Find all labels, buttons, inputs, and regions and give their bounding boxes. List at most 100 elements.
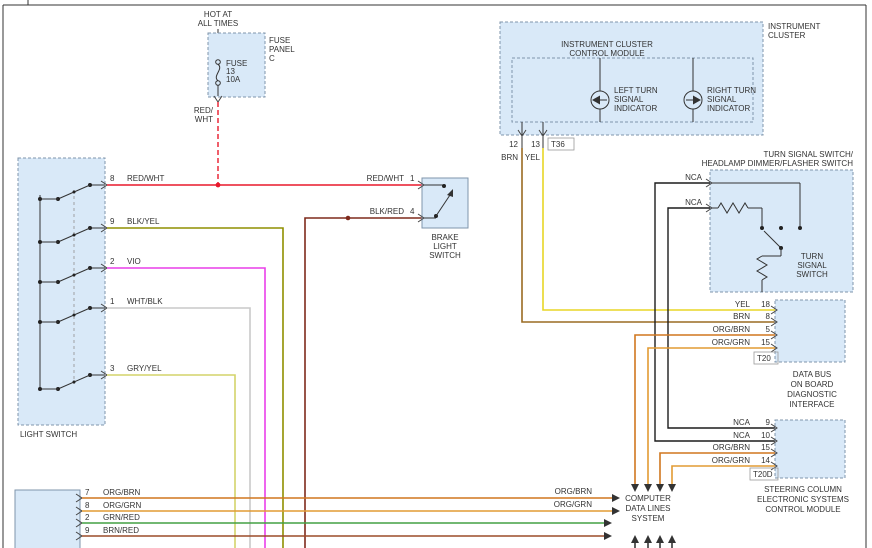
wire-wht-blk — [107, 308, 250, 548]
wire-label: BRN — [501, 153, 518, 162]
pin-number: 2 — [85, 513, 90, 522]
brake-switch-title: SWITCH — [429, 251, 461, 260]
data-bus-title: INTERFACE — [790, 400, 835, 409]
pin-number: 1 — [410, 174, 415, 183]
wire-label: YEL — [735, 300, 751, 309]
pin-number: 10 — [761, 431, 770, 440]
computer-system-title: DATA LINES — [625, 504, 670, 513]
steering-title: CONTROL MODULE — [765, 505, 840, 514]
data-bus-title: DIAGNOSTIC — [787, 390, 837, 399]
wire-label: ORG/BRN — [713, 325, 751, 334]
wire-label: ORG/GRN — [103, 501, 141, 510]
pin-number: 8 — [85, 501, 90, 510]
pin-number: 1 — [110, 297, 115, 306]
wire-label: WHT/BLK — [127, 297, 163, 306]
wire-label: BLK/YEL — [127, 217, 160, 226]
hot-at-label: HOT AT — [204, 10, 232, 19]
data-line-wires — [631, 335, 775, 492]
indicator-label: INDICATOR — [707, 104, 750, 113]
wire-blk-yel — [107, 228, 283, 548]
fuse-panel-label: PANEL — [269, 45, 295, 54]
wire-label: RED/WHT — [367, 174, 404, 183]
data-bus-box — [775, 300, 845, 362]
brake-light-switch: RED/WHT 1 BLK/RED 4 BRAKE LIGHT SWITCH — [367, 174, 468, 260]
fuse-panel-label: FUSE — [269, 36, 290, 45]
indicator-label: RIGHT TURN — [707, 86, 756, 95]
feed-wire-label: RED/ — [194, 106, 214, 115]
pin-number: 2 — [110, 257, 115, 266]
wire-label: BRN — [733, 312, 750, 321]
cluster-outer-label: INSTRUMENT — [768, 22, 821, 31]
instrument-cluster-box — [500, 22, 763, 135]
wiring-diagram-svg: HOT AT ALL TIMES FUSE PANEL C FUSE 13 10… — [0, 0, 872, 548]
wire-label: ORG/BRN — [103, 488, 141, 497]
wire-label: YEL — [525, 153, 541, 162]
pin-number: 18 — [761, 300, 770, 309]
wiring-diagram-page: HOT AT ALL TIMES FUSE PANEL C FUSE 13 10… — [0, 0, 872, 548]
wire-label: ORG/GRN — [712, 338, 750, 347]
pin-number: 4 — [410, 207, 415, 216]
wire-label: ORG/BRN — [555, 487, 593, 496]
wire-label: NCA — [685, 198, 703, 207]
turn-switch-inner-label: TURN — [801, 252, 823, 261]
instrument-cluster: INSTRUMENT CLUSTER INSTRUMENT CLUSTER CO… — [500, 22, 821, 162]
wire-label: BRN/RED — [103, 526, 139, 535]
cluster-module-label: CONTROL MODULE — [569, 49, 644, 58]
pin-number: 12 — [509, 140, 518, 149]
pin-number: 15 — [761, 338, 770, 347]
hot-at-label: ALL TIMES — [198, 19, 238, 28]
light-switch-title: LIGHT SWITCH — [20, 430, 77, 439]
bottom-module-box — [15, 490, 80, 548]
turn-signal-switch: TURN SIGNAL SWITCH/ HEADLAMP DIMMER/FLAS… — [685, 150, 854, 292]
computer-system-title: SYSTEM — [632, 514, 665, 523]
connector-ref: T36 — [551, 140, 565, 149]
pin-number: 8 — [110, 174, 115, 183]
steering-column-box — [775, 420, 845, 478]
steering-title: ELECTRONIC SYSTEMS — [757, 495, 849, 504]
turn-switch-inner-label: SIGNAL — [797, 261, 827, 270]
pin-number: 9 — [766, 418, 771, 427]
data-bus-interface: YEL 18 BRN 8 ORG/BRN 5 ORG/GRN 15 T20 DA… — [712, 300, 845, 409]
wire-label: GRN/RED — [103, 513, 140, 522]
brake-switch-title: BRAKE — [431, 233, 458, 242]
turn-signal-switch-box — [710, 170, 853, 292]
indicator-label: INDICATOR — [614, 104, 657, 113]
indicator-label: LEFT TURN — [614, 86, 658, 95]
brake-switch-title: LIGHT — [433, 242, 457, 251]
pin-number: 5 — [766, 325, 771, 334]
indicator-label: SIGNAL — [707, 95, 737, 104]
connector-ref: T20 — [757, 354, 771, 363]
fuse-label: 10A — [226, 75, 241, 84]
fuse-panel-label: C — [269, 54, 275, 63]
cluster-module-label: INSTRUMENT CLUSTER — [561, 40, 653, 49]
light-switch: LIGHT SWITCH 8 RED/WHT 9 BLK/YEL 2 — [18, 158, 164, 439]
turn-switch-title: HEADLAMP DIMMER/FLASHER SWITCH — [702, 159, 854, 168]
pin-number: 9 — [110, 217, 115, 226]
pin-number: 14 — [761, 456, 770, 465]
pin-number: 7 — [85, 488, 90, 497]
wire-label: NCA — [685, 173, 703, 182]
junction-dot — [346, 216, 351, 221]
wire-label: GRY/YEL — [127, 364, 162, 373]
wire-label: BLK/RED — [370, 207, 404, 216]
pin-number: 3 — [110, 364, 115, 373]
pin-number: 15 — [761, 443, 770, 452]
steering-title: STEERING COLUMN — [764, 485, 842, 494]
wire-label: ORG/GRN — [712, 456, 750, 465]
wire-label: NCA — [733, 431, 751, 440]
bottom-module: 7 ORG/BRN 8 ORG/GRN 2 GRN/RED 9 BRN/RED — [15, 488, 620, 548]
light-switch-box — [18, 158, 105, 425]
pin-number: 13 — [531, 140, 540, 149]
wire-label: NCA — [733, 418, 751, 427]
pin-number: 8 — [766, 312, 771, 321]
wire-label: ORG/GRN — [554, 500, 592, 509]
wire-label: VIO — [127, 257, 141, 266]
indicator-label: SIGNAL — [614, 95, 644, 104]
computer-system-title: COMPUTER — [625, 494, 671, 503]
connector-ref: T20D — [753, 470, 773, 479]
wire-gry-yel — [107, 375, 235, 548]
wire-label: ORG/BRN — [713, 443, 751, 452]
data-bus-title: ON BOARD — [791, 380, 834, 389]
turn-switch-inner-label: SWITCH — [796, 270, 828, 279]
wire-label: RED/WHT — [127, 174, 164, 183]
